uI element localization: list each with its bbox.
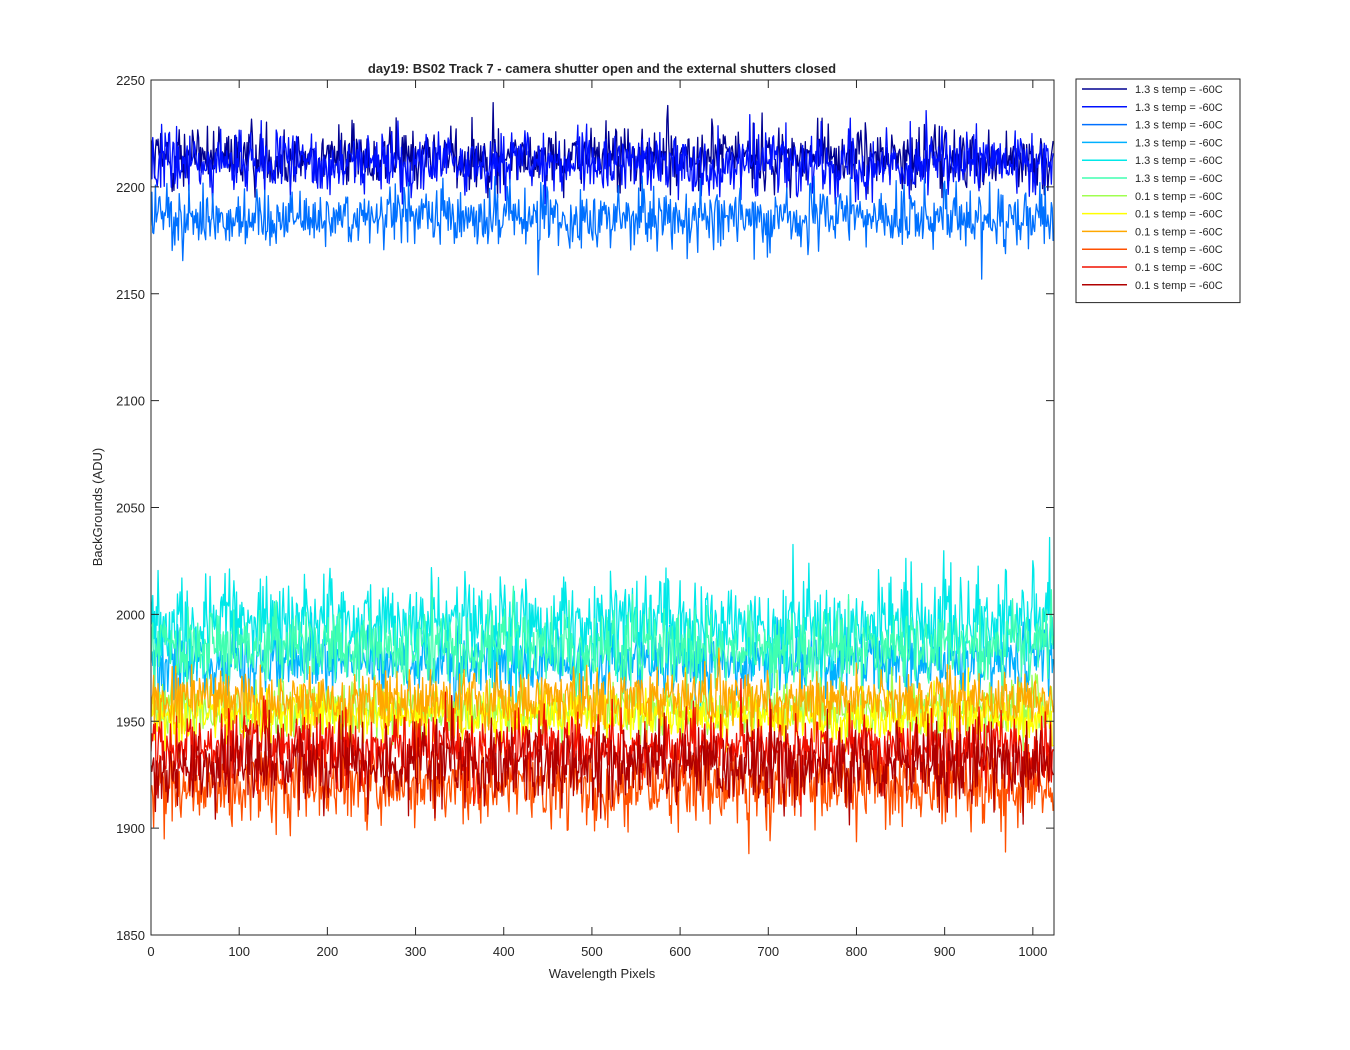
x-tick-label: 600 bbox=[669, 944, 691, 959]
y-tick-label: 2250 bbox=[116, 73, 145, 88]
legend-label: 1.3 s temp = -60C bbox=[1135, 173, 1223, 185]
x-tick-label: 300 bbox=[405, 944, 427, 959]
y-tick-label: 2000 bbox=[116, 607, 145, 622]
y-tick-label: 2050 bbox=[116, 501, 145, 516]
y-tick-label: 1850 bbox=[116, 928, 145, 943]
legend-label: 1.3 s temp = -60C bbox=[1135, 155, 1223, 167]
legend-label: 1.3 s temp = -60C bbox=[1135, 137, 1223, 149]
y-tick-label: 2200 bbox=[116, 180, 145, 195]
x-tick-label: 700 bbox=[757, 944, 779, 959]
legend-label: 0.1 s temp = -60C bbox=[1135, 280, 1223, 292]
legend-label: 0.1 s temp = -60C bbox=[1135, 262, 1223, 274]
x-tick-label: 500 bbox=[581, 944, 603, 959]
line-chart: day19: BS02 Track 7 - camera shutter ope… bbox=[0, 0, 1350, 1050]
x-tick-label: 900 bbox=[934, 944, 956, 959]
x-tick-label: 400 bbox=[493, 944, 515, 959]
legend-label: 1.3 s temp = -60C bbox=[1135, 102, 1223, 114]
legend-label: 1.3 s temp = -60C bbox=[1135, 120, 1223, 132]
y-tick-label: 1950 bbox=[116, 714, 145, 729]
y-tick-label: 2150 bbox=[116, 287, 145, 302]
legend-label: 0.1 s temp = -60C bbox=[1135, 191, 1223, 203]
x-tick-label: 0 bbox=[147, 944, 154, 959]
x-tick-label: 800 bbox=[846, 944, 868, 959]
legend: 1.3 s temp = -60C 1.3 s temp = -60C 1.3 s … bbox=[1075, 78, 1241, 304]
x-tick-label: 100 bbox=[228, 944, 250, 959]
legend-label: 0.1 s temp = -60C bbox=[1135, 226, 1223, 238]
legend-label: 0.1 s temp = -60C bbox=[1135, 244, 1223, 256]
x-axis-label: Wavelength Pixels bbox=[549, 966, 656, 981]
y-axis-label: BackGrounds (ADU) bbox=[90, 448, 105, 566]
x-tick-label: 200 bbox=[317, 944, 339, 959]
chart-title: day19: BS02 Track 7 - camera shutter ope… bbox=[368, 61, 836, 76]
y-tick-label: 1900 bbox=[116, 821, 145, 836]
x-tick-label: 1000 bbox=[1018, 944, 1047, 959]
y-tick-label: 2100 bbox=[116, 394, 145, 409]
legend-label: 0.1 s temp = -60C bbox=[1135, 209, 1223, 221]
legend-label: 1.3 s temp = -60C bbox=[1135, 84, 1223, 96]
